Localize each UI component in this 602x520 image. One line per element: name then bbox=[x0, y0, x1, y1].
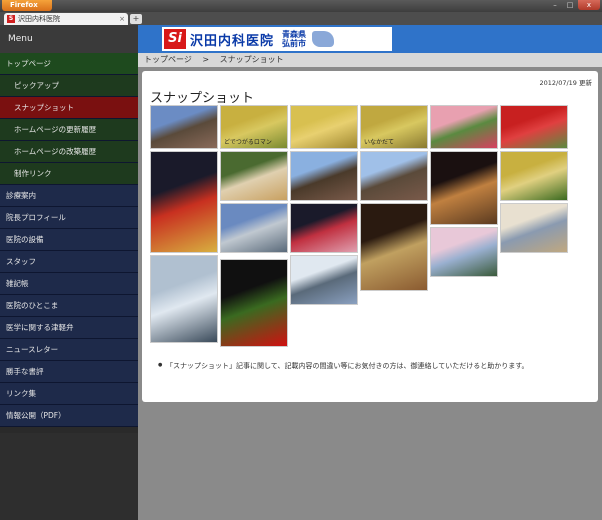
minimize-button[interactable]: – bbox=[548, 0, 562, 10]
aomori-map-icon bbox=[312, 31, 335, 47]
sidebar-item-4[interactable]: ホームページの改築履歴 bbox=[0, 141, 138, 163]
prefecture-label: 青森県 bbox=[282, 30, 307, 39]
breadcrumb-separator: > bbox=[202, 55, 210, 64]
new-tab-button[interactable]: + bbox=[130, 14, 142, 24]
tab-close-icon[interactable]: × bbox=[119, 13, 125, 25]
sidebar-nav: トップページ ピックアップ スナップショット ホームページの更新履歴 ホームページの改築… bbox=[0, 53, 138, 427]
firefox-menu-button[interactable]: Firefox bbox=[2, 0, 52, 11]
sidebar-item-16[interactable]: 情報公開（PDF） bbox=[0, 405, 138, 427]
clinic-street-photo[interactable] bbox=[360, 151, 428, 201]
sidebar-item-13[interactable]: ニュースレター bbox=[0, 339, 138, 361]
sidebar-item-5[interactable]: 制作リンク bbox=[0, 163, 138, 185]
tab-bar: S 沢田内科医院 × + bbox=[0, 12, 602, 25]
clinic-building-photo[interactable] bbox=[150, 105, 218, 149]
browser-title-bar: Firefox – □ x bbox=[0, 0, 602, 12]
browser-tab[interactable]: S 沢田内科医院 × bbox=[4, 13, 128, 25]
sidebar-item-3[interactable]: ホームページの更新履歴 bbox=[0, 119, 138, 141]
rice-paddy-mountain-photo[interactable]: いなかだて bbox=[360, 105, 428, 149]
page-title: スナップショット bbox=[150, 91, 255, 106]
page-viewport: Menu トップページ ピックアップ スナップショット ホームページの更新履歴 ホームペ… bbox=[0, 25, 602, 520]
rice-paddy-green-photo[interactable] bbox=[500, 151, 568, 201]
sidebar-item-14[interactable]: 勝手な書評 bbox=[0, 361, 138, 383]
breadcrumb-current: スナップショット bbox=[219, 55, 284, 64]
feedback-note: 「スナップショット」記事に関して、記載内容の間違い等にお気付きの方は、御連絡して… bbox=[158, 361, 529, 371]
favicon-icon: S bbox=[7, 15, 15, 23]
rice-paddy-wave-photo[interactable] bbox=[290, 105, 358, 149]
site-banner: Si 沢田内科医院 青森県 弘前市 bbox=[138, 25, 602, 53]
sidebar-item-10[interactable]: 雑記帳 bbox=[0, 273, 138, 295]
location-label: 青森県 弘前市 bbox=[282, 30, 306, 48]
site-logo[interactable]: Si 沢田内科医院 青森県 弘前市 bbox=[162, 27, 392, 51]
city-label: 弘前市 bbox=[282, 39, 307, 48]
clinic-name: 沢田内科医院 bbox=[190, 33, 275, 49]
sidebar: Menu トップページ ピックアップ スナップショット ホームページの更新履歴 ホームペ… bbox=[0, 25, 138, 520]
breadcrumb: トップページ > スナップショット bbox=[138, 53, 602, 67]
mount-iwaki-city-photo[interactable] bbox=[220, 203, 288, 253]
tulip-field-photo[interactable] bbox=[430, 105, 498, 149]
sidebar-item-15[interactable]: リンク集 bbox=[0, 383, 138, 405]
menu-heading: Menu bbox=[0, 25, 138, 53]
breadcrumb-home-link[interactable]: トップページ bbox=[144, 55, 192, 64]
red-tulips-photo[interactable] bbox=[500, 105, 568, 149]
sidebar-footer bbox=[0, 433, 138, 520]
close-window-button[interactable]: x bbox=[578, 0, 600, 10]
main-area: Si 沢田内科医院 青森県 弘前市 トップページ > スナップショット 2012… bbox=[138, 25, 602, 520]
frozen-waterfall-photo[interactable] bbox=[150, 255, 218, 343]
updated-date: 2012/07/19 更新 bbox=[539, 79, 592, 87]
maximize-button[interactable]: □ bbox=[563, 0, 577, 10]
cat-photo[interactable] bbox=[500, 203, 568, 253]
sidebar-item-7[interactable]: 院長プロフィール bbox=[0, 207, 138, 229]
sidebar-item-2[interactable]: スナップショット bbox=[0, 97, 138, 119]
sidebar-item-8[interactable]: 医院の設備 bbox=[0, 229, 138, 251]
sidebar-item-12[interactable]: 医学に関する津軽弁 bbox=[0, 317, 138, 339]
window-controls: – □ x bbox=[547, 0, 600, 11]
logo-mark-icon: Si bbox=[164, 29, 186, 49]
content-panel: 2012/07/19 更新 スナップショット 「スナップショット」記事に関して、… bbox=[142, 71, 598, 402]
taiko-drum-photo[interactable] bbox=[360, 203, 428, 291]
lantern-festival-photo[interactable] bbox=[290, 203, 358, 253]
rice-paddy-art-photo[interactable]: どでつがるロマン bbox=[220, 105, 288, 149]
castle-tower-photo[interactable] bbox=[430, 151, 498, 225]
tab-title: 沢田内科医院 bbox=[18, 15, 60, 23]
garden-flowers-photo[interactable] bbox=[220, 151, 288, 201]
photo-caption: どでつがるロマン bbox=[224, 139, 272, 146]
cherry-blossom-castle-photo[interactable] bbox=[430, 227, 498, 277]
nebuta-mask-photo[interactable] bbox=[150, 151, 218, 253]
photo-caption: いなかだて bbox=[364, 139, 395, 146]
sidebar-item-6[interactable]: 診療案内 bbox=[0, 185, 138, 207]
sidebar-item-11[interactable]: 医院のひとこま bbox=[0, 295, 138, 317]
clinic-evening-photo[interactable] bbox=[290, 151, 358, 201]
sidebar-item-1[interactable]: ピックアップ bbox=[0, 75, 138, 97]
snowy-town-photo[interactable] bbox=[290, 255, 358, 305]
sidebar-item-9[interactable]: スタッフ bbox=[0, 251, 138, 273]
amaryllis-flower-photo[interactable] bbox=[220, 259, 288, 347]
sidebar-item-0[interactable]: トップページ bbox=[0, 53, 138, 75]
